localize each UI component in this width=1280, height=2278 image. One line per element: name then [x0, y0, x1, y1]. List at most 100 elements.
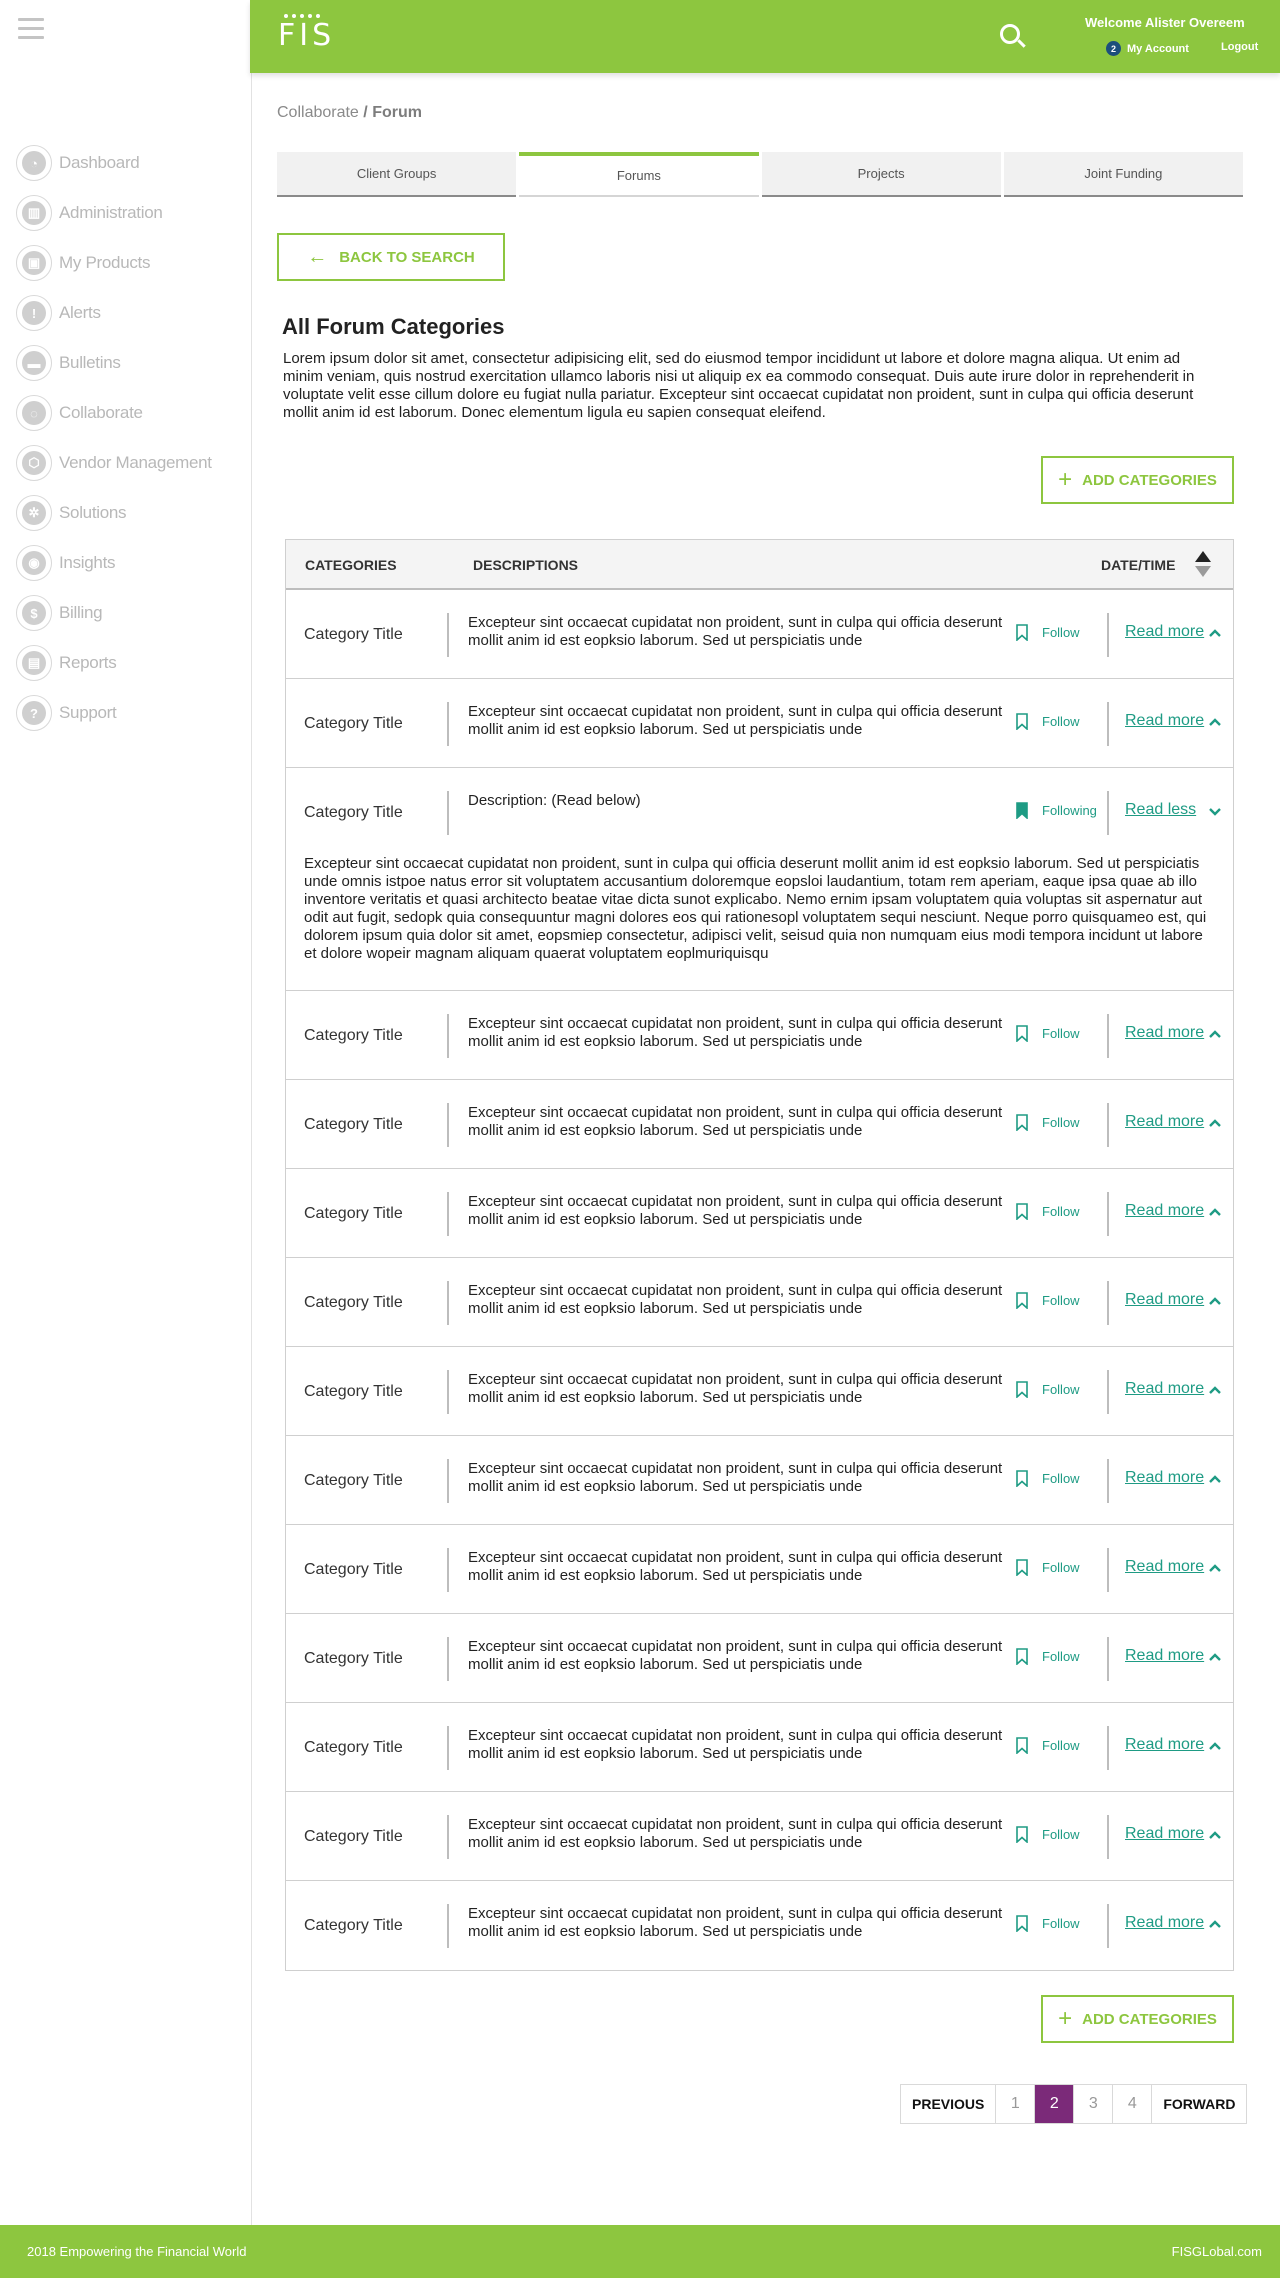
chevron-down-icon[interactable] [1208, 804, 1222, 818]
follow-toggle[interactable]: Follow [1016, 1292, 1080, 1309]
sort-toggle-icon[interactable] [1195, 551, 1211, 579]
chevron-up-icon[interactable] [1208, 1027, 1222, 1041]
sidebar-item-alerts[interactable]: ! Alerts [16, 288, 212, 338]
column-header-categories: CATEGORIES [305, 557, 397, 573]
footer-site-link[interactable]: FISGLobal.com [1172, 2244, 1262, 2259]
chevron-up-icon[interactable] [1208, 1917, 1222, 1931]
read-more-link[interactable]: Read less [1125, 801, 1196, 819]
category-title[interactable]: Category Title [304, 1027, 403, 1045]
category-title[interactable]: Category Title [304, 1561, 403, 1579]
search-icon[interactable] [1000, 24, 1026, 50]
page-2-button[interactable]: 2 [1035, 2085, 1075, 2123]
sidebar-item-administration[interactable]: ▥ Administration [16, 188, 212, 238]
follow-toggle[interactable]: Follow [1016, 713, 1080, 730]
tab-forums[interactable]: Forums [519, 152, 759, 197]
chevron-up-icon[interactable] [1208, 1383, 1222, 1397]
tab-projects[interactable]: Projects [761, 152, 1001, 197]
sidebar-item-label: Reports [59, 653, 117, 672]
chevron-up-icon[interactable] [1208, 1650, 1222, 1664]
sidebar-item-insights[interactable]: ◉ Insights [16, 538, 212, 588]
column-divider [447, 1014, 449, 1058]
read-more-link[interactable]: Read more [1125, 1024, 1204, 1042]
chevron-up-icon[interactable] [1208, 1205, 1222, 1219]
read-more-link[interactable]: Read more [1125, 1380, 1204, 1398]
sidebar-item-billing[interactable]: $ Billing [16, 588, 212, 638]
sidebar-item-reports[interactable]: ▤ Reports [16, 638, 212, 688]
page-3-button[interactable]: 3 [1074, 2085, 1114, 2123]
category-title[interactable]: Category Title [304, 626, 403, 644]
fis-logo[interactable]: FIS [278, 14, 358, 53]
sidebar-item-bulletins[interactable]: ▬ Bulletins [16, 338, 212, 388]
read-more-link[interactable]: Read more [1125, 1736, 1204, 1754]
category-title[interactable]: Category Title [304, 1828, 403, 1846]
follow-label: Follow [1042, 1115, 1080, 1130]
follow-toggle[interactable]: Follow [1016, 1381, 1080, 1398]
category-title[interactable]: Category Title [304, 715, 403, 733]
sidebar-item-dashboard[interactable]: ◔ Dashboard [16, 138, 212, 188]
tab-bar: Client Groups Forums Projects Joint Fund… [277, 152, 1243, 197]
read-more-link[interactable]: Read more [1125, 1914, 1204, 1932]
back-to-search-button[interactable]: ← BACK TO SEARCH [277, 233, 505, 281]
read-more-link[interactable]: Read more [1125, 1113, 1204, 1131]
sidebar-item-solutions[interactable]: ✲ Solutions [16, 488, 212, 538]
follow-toggle[interactable]: Follow [1016, 1114, 1080, 1131]
category-title[interactable]: Category Title [304, 1739, 403, 1757]
help-icon: ? [16, 695, 52, 731]
sidebar-item-my-products[interactable]: ▣ My Products [16, 238, 212, 288]
page-1-button[interactable]: 1 [996, 2085, 1036, 2123]
follow-toggle[interactable]: Follow [1016, 1915, 1080, 1932]
hamburger-menu-icon[interactable] [18, 18, 44, 40]
category-title[interactable]: Category Title [304, 804, 403, 822]
chevron-up-icon[interactable] [1208, 1116, 1222, 1130]
read-more-link[interactable]: Read more [1125, 1469, 1204, 1487]
add-categories-button-top[interactable]: + ADD CATEGORIES [1041, 456, 1234, 504]
follow-toggle[interactable]: Follow [1016, 1737, 1080, 1754]
breadcrumb-parent[interactable]: Collaborate [277, 104, 359, 121]
chevron-up-icon[interactable] [1208, 626, 1222, 640]
add-categories-button-bottom[interactable]: + ADD CATEGORIES [1041, 1995, 1234, 2043]
category-title[interactable]: Category Title [304, 1116, 403, 1134]
chevron-up-icon[interactable] [1208, 1561, 1222, 1575]
page-4-button[interactable]: 4 [1113, 2085, 1153, 2123]
follow-toggle[interactable]: Follow [1016, 1559, 1080, 1576]
forward-page-button[interactable]: FORWARD [1152, 2085, 1246, 2123]
read-more-link[interactable]: Read more [1125, 1202, 1204, 1220]
read-more-link[interactable]: Read more [1125, 1647, 1204, 1665]
chevron-up-icon[interactable] [1208, 1472, 1222, 1486]
follow-toggle[interactable]: Follow [1016, 1826, 1080, 1843]
sidebar-item-support[interactable]: ? Support [16, 688, 212, 738]
sidebar-item-label: Solutions [59, 503, 127, 522]
chevron-up-icon[interactable] [1208, 1294, 1222, 1308]
follow-toggle[interactable]: Follow [1016, 1648, 1080, 1665]
table-row: Category Title Excepteur sint occaecat cu… [286, 1169, 1233, 1258]
logout-link[interactable]: Logout [1221, 41, 1258, 53]
read-more-link[interactable]: Read more [1125, 1825, 1204, 1843]
column-divider [447, 1637, 449, 1681]
chevron-up-icon[interactable] [1208, 1739, 1222, 1753]
category-title[interactable]: Category Title [304, 1917, 403, 1935]
chevron-up-icon[interactable] [1208, 715, 1222, 729]
follow-toggle[interactable]: Follow [1016, 624, 1080, 641]
read-more-link[interactable]: Read more [1125, 1558, 1204, 1576]
category-title[interactable]: Category Title [304, 1650, 403, 1668]
follow-toggle[interactable]: Following [1016, 802, 1097, 819]
follow-toggle[interactable]: Follow [1016, 1203, 1080, 1220]
chevron-up-icon[interactable] [1208, 1828, 1222, 1842]
sidebar-item-vendor-management[interactable]: ⬡ Vendor Management [16, 438, 212, 488]
previous-page-button[interactable]: PREVIOUS [901, 2085, 997, 2123]
read-more-link[interactable]: Read more [1125, 712, 1204, 730]
category-title[interactable]: Category Title [304, 1383, 403, 1401]
table-row: Category Title Excepteur sint occaecat cu… [286, 1080, 1233, 1169]
bookmark-icon [1016, 1203, 1028, 1220]
follow-toggle[interactable]: Follow [1016, 1025, 1080, 1042]
sidebar-item-collaborate[interactable]: ◌ Collaborate [16, 388, 212, 438]
category-title[interactable]: Category Title [304, 1294, 403, 1312]
tab-joint-funding[interactable]: Joint Funding [1003, 152, 1243, 197]
category-title[interactable]: Category Title [304, 1205, 403, 1223]
read-more-link[interactable]: Read more [1125, 623, 1204, 641]
my-account-link[interactable]: 2 My Account [1106, 41, 1189, 56]
follow-toggle[interactable]: Follow [1016, 1470, 1080, 1487]
read-more-link[interactable]: Read more [1125, 1291, 1204, 1309]
category-title[interactable]: Category Title [304, 1472, 403, 1490]
tab-client-groups[interactable]: Client Groups [277, 152, 517, 197]
